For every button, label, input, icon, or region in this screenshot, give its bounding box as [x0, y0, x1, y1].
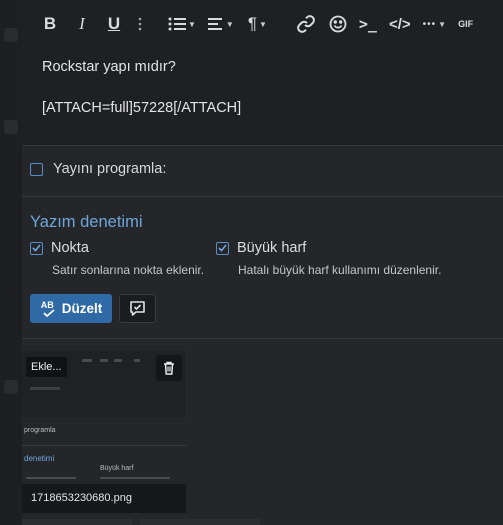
insert-attachment-button[interactable]: Ekle... [26, 357, 67, 377]
capitalize-checkbox[interactable] [216, 241, 229, 255]
schedule-label: Yayını programla: [53, 161, 167, 177]
check-icon [218, 244, 227, 252]
more-horizontal-icon: ••• [422, 18, 437, 30]
editor-toolbar: B I U ▼ ▼ ¶ ▼ >_ </> ••• ▼ GIF [22, 0, 503, 48]
section-divider [22, 196, 503, 197]
paragraph-button[interactable]: ¶ ▼ [248, 11, 267, 37]
capitalize-label: Büyük harf [237, 240, 307, 256]
list-button[interactable]: ▼ [168, 11, 196, 37]
thumbnail-detail [26, 477, 76, 479]
attachment-filename: 1718653230680.png [22, 484, 186, 513]
thumbnail-detail [30, 387, 60, 390]
fix-button-label: Düzelt [61, 301, 103, 316]
align-left-icon [207, 17, 224, 31]
section-divider [22, 338, 503, 339]
thumbnail-detail [114, 359, 122, 362]
spellcheck-toggle-button[interactable] [119, 294, 156, 323]
code-inline-button[interactable]: >_ [359, 11, 377, 37]
gif-button[interactable]: GIF [458, 11, 473, 37]
period-label: Nokta [51, 240, 89, 256]
attachment-thumbnail[interactable]: programla denetimi Büyük harf Ekle... 17… [22, 351, 186, 513]
thumbnail-detail [22, 445, 186, 446]
spellcheck-option-period[interactable]: Nokta Satır sonlarına nokta eklenir. [30, 240, 204, 277]
chevron-down-icon: ▼ [225, 19, 234, 29]
underline-button[interactable]: U [104, 11, 124, 37]
schedule-checkbox[interactable] [30, 162, 43, 176]
editor-line: [ATTACH=full]57228[/ATTACH] [42, 100, 242, 116]
thumbnail-text: programla [24, 427, 56, 434]
thumbnail-text: denetimi [24, 454, 55, 463]
editor-content[interactable]: Rockstar yapı mıdır? [ATTACH=full]57228[… [42, 57, 241, 119]
fix-button[interactable]: AB Düzelt [30, 294, 112, 323]
schedule-option[interactable]: Yayını programla: [30, 161, 166, 177]
chevron-down-icon: ▼ [258, 19, 267, 29]
italic-button[interactable]: I [72, 11, 92, 37]
bottom-control[interactable] [22, 519, 132, 525]
capitalize-description: Hatalı büyük harf kullanımı düzenlenir. [238, 263, 442, 277]
check-icon [32, 244, 41, 252]
paragraph-icon: ¶ [247, 14, 257, 33]
thumbnail-detail [82, 359, 92, 362]
delete-attachment-button[interactable] [156, 355, 182, 381]
emoji-icon[interactable] [329, 11, 347, 37]
page-left-gutter [0, 0, 22, 525]
thumbnail-detail [100, 477, 170, 479]
link-icon[interactable] [297, 11, 315, 37]
trash-icon [164, 361, 174, 375]
thumbnail-detail [134, 359, 140, 362]
bold-button[interactable]: B [40, 11, 60, 37]
chevron-down-icon: ▼ [188, 19, 196, 29]
align-button[interactable]: ▼ [207, 11, 234, 37]
period-description: Satır sonlarına nokta eklenir. [52, 263, 205, 277]
gutter-mark [4, 120, 18, 134]
chevron-down-icon: ▼ [438, 19, 447, 29]
reply-panel: B I U ▼ ▼ ¶ ▼ >_ </> ••• ▼ GIF Rockstar … [22, 0, 503, 525]
spellcheck-icon: AB [40, 300, 56, 317]
list-icon [168, 17, 186, 31]
gutter-mark [4, 380, 18, 394]
bottom-control[interactable] [140, 519, 260, 525]
code-block-button[interactable]: </> [389, 11, 411, 37]
comment-check-icon [130, 301, 145, 316]
thumbnail-detail [100, 359, 108, 362]
more-options-button[interactable]: ••• ▼ [423, 11, 446, 37]
gutter-mark [4, 28, 18, 42]
spellcheck-option-capitalize[interactable]: Büyük harf Hatalı büyük harf kullanımı d… [216, 240, 441, 277]
thumbnail-text: Büyük harf [100, 465, 134, 472]
editor-line: Rockstar yapı mıdır? [42, 59, 176, 75]
rich-text-editor[interactable]: B I U ▼ ▼ ¶ ▼ >_ </> ••• ▼ GIF Rockstar … [22, 0, 503, 146]
spellcheck-title: Yazım denetimi [30, 213, 143, 231]
more-vertical-icon[interactable] [134, 11, 146, 37]
period-checkbox[interactable] [30, 241, 43, 255]
